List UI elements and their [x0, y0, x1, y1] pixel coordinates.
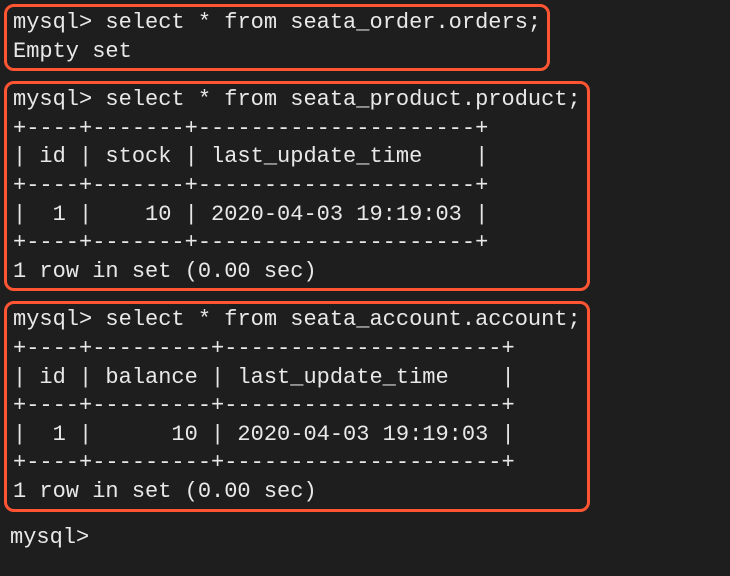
table-border-top-account: +----+---------+---------------------+	[13, 335, 581, 364]
table-row-account: | 1 | 10 | 2020-04-03 19:19:03 |	[13, 421, 581, 450]
sql-query-product: select * from seata_product.product;	[92, 87, 580, 112]
sql-query-account: select * from seata_account.account;	[92, 307, 580, 332]
result-orders: Empty set	[13, 38, 541, 67]
mysql-prompt: mysql>	[13, 10, 92, 35]
mysql-prompt: mysql>	[13, 87, 92, 112]
table-header-account: | id | balance | last_update_time |	[13, 364, 581, 393]
query-line-orders: mysql> select * from seata_order.orders;	[13, 9, 541, 38]
result-footer-product: 1 row in set (0.00 sec)	[13, 258, 581, 287]
table-border-top-product: +----+-------+---------------------+	[13, 115, 581, 144]
query-block-product: mysql> select * from seata_product.produ…	[4, 81, 590, 291]
query-line-product: mysql> select * from seata_product.produ…	[13, 86, 581, 115]
query-line-account: mysql> select * from seata_account.accou…	[13, 306, 581, 335]
table-row-product: | 1 | 10 | 2020-04-03 19:19:03 |	[13, 201, 581, 230]
query-block-account: mysql> select * from seata_account.accou…	[4, 301, 590, 511]
table-border-bot-account: +----+---------+---------------------+	[13, 449, 581, 478]
result-footer-account: 1 row in set (0.00 sec)	[13, 478, 581, 507]
table-border-mid-product: +----+-------+---------------------+	[13, 172, 581, 201]
query-block-orders: mysql> select * from seata_order.orders;…	[4, 4, 550, 71]
sql-query-orders: select * from seata_order.orders;	[92, 10, 541, 35]
table-header-product: | id | stock | last_update_time |	[13, 143, 581, 172]
table-border-bot-product: +----+-------+---------------------+	[13, 229, 581, 258]
mysql-prompt-cursor[interactable]: mysql>	[4, 522, 726, 555]
mysql-prompt: mysql>	[13, 307, 92, 332]
table-border-mid-account: +----+---------+---------------------+	[13, 392, 581, 421]
